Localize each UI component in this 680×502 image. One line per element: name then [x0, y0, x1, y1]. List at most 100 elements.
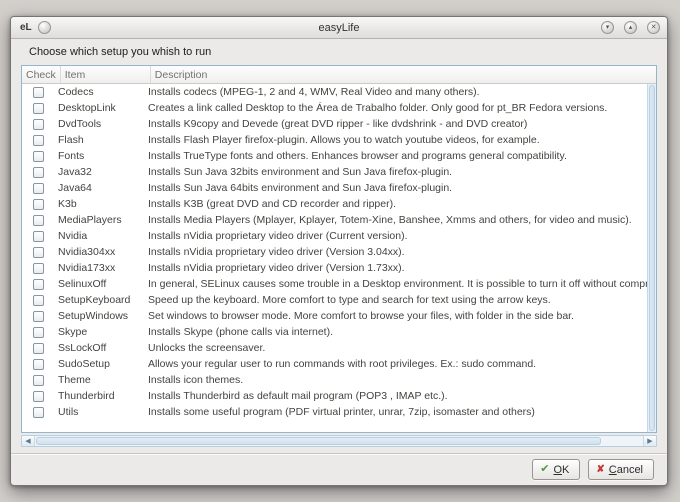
table-row[interactable]: SetupKeyboard Speed up the keyboard. Mor… [22, 292, 647, 308]
row-checkbox[interactable] [33, 279, 44, 290]
maximize-button[interactable]: ▴ [624, 21, 637, 34]
table-row[interactable]: K3b Installs K3B (great DVD and CD recor… [22, 196, 647, 212]
row-check-cell [22, 375, 54, 386]
row-checkbox[interactable] [33, 311, 44, 322]
table-row[interactable]: SsLockOff Unlocks the screensaver. [22, 340, 647, 356]
row-check-cell [22, 391, 54, 402]
horizontal-scrollbar[interactable]: ◀ ▶ [21, 435, 657, 447]
close-button[interactable]: ✕ [647, 21, 660, 34]
row-check-cell [22, 103, 54, 114]
row-check-cell [22, 135, 54, 146]
vertical-scrollbar-thumb[interactable] [649, 85, 655, 431]
table-row[interactable]: DvdTools Installs K9copy and Devede (gre… [22, 116, 647, 132]
titlebar[interactable]: eL easyLife ▾ ▴ ✕ [11, 17, 667, 39]
column-header-check[interactable]: Check [22, 66, 61, 83]
row-checkbox[interactable] [33, 231, 44, 242]
scroll-right-icon: ▶ [647, 438, 652, 445]
row-checkbox[interactable] [33, 87, 44, 98]
column-header-description[interactable]: Description [151, 66, 656, 83]
row-item: SudoSetup [54, 358, 144, 370]
row-item: K3b [54, 198, 144, 210]
row-description: Allows your regular user to run commands… [144, 358, 647, 370]
row-check-cell [22, 215, 54, 226]
row-item: Flash [54, 134, 144, 146]
row-check-cell [22, 151, 54, 162]
row-description: Installs Thunderbird as default mail pro… [144, 390, 647, 402]
row-checkbox[interactable] [33, 359, 44, 370]
row-item: Fonts [54, 150, 144, 162]
row-checkbox[interactable] [33, 295, 44, 306]
row-check-cell [22, 263, 54, 274]
table-row[interactable]: Java32 Installs Sun Java 32bits environm… [22, 164, 647, 180]
row-description: Installs nVidia proprietary video driver… [144, 230, 647, 242]
row-checkbox[interactable] [33, 135, 44, 146]
row-checkbox[interactable] [33, 151, 44, 162]
scroll-right-button[interactable]: ▶ [643, 436, 656, 446]
row-check-cell [22, 167, 54, 178]
table-row[interactable]: Nvidia304xx Installs nVidia proprietary … [22, 244, 647, 260]
table-body: Codecs Installs codecs (MPEG-1, 2 and 4,… [22, 84, 647, 432]
maximize-icon: ▴ [629, 24, 633, 31]
row-check-cell [22, 87, 54, 98]
table-row[interactable]: Theme Installs icon themes. [22, 372, 647, 388]
row-checkbox[interactable] [33, 327, 44, 338]
table-row[interactable]: Skype Installs Skype (phone calls via in… [22, 324, 647, 340]
table-row[interactable]: Nvidia173xx Installs nVidia proprietary … [22, 260, 647, 276]
row-item: MediaPlayers [54, 214, 144, 226]
cancel-button[interactable]: ✘ Cancel [588, 459, 654, 480]
row-checkbox[interactable] [33, 215, 44, 226]
row-checkbox[interactable] [33, 167, 44, 178]
row-checkbox[interactable] [33, 263, 44, 274]
table-row[interactable]: Flash Installs Flash Player firefox-plug… [22, 132, 647, 148]
table-row[interactable]: DesktopLink Creates a link called Deskto… [22, 100, 647, 116]
row-description: Installs some useful program (PDF virtua… [144, 406, 647, 418]
row-description: In general, SELinux causes some trouble … [144, 278, 647, 290]
row-checkbox[interactable] [33, 183, 44, 194]
table-row[interactable]: Thunderbird Installs Thunderbird as defa… [22, 388, 647, 404]
vertical-scrollbar[interactable] [647, 84, 656, 432]
horizontal-scrollbar-thumb[interactable] [36, 437, 601, 445]
row-checkbox[interactable] [33, 119, 44, 130]
table-row[interactable]: SudoSetup Allows your regular user to ru… [22, 356, 647, 372]
table-row[interactable]: MediaPlayers Installs Media Players (Mpl… [22, 212, 647, 228]
table-row[interactable]: Codecs Installs codecs (MPEG-1, 2 and 4,… [22, 84, 647, 100]
row-description: Creates a link called Desktop to the Áre… [144, 102, 647, 114]
scroll-left-button[interactable]: ◀ [22, 436, 35, 446]
row-item: SetupWindows [54, 310, 144, 322]
row-item: Utils [54, 406, 144, 418]
ok-button[interactable]: ✔ OK [532, 459, 580, 480]
column-header-item[interactable]: Item [61, 66, 151, 83]
scroll-left-icon: ◀ [25, 438, 30, 445]
row-check-cell [22, 311, 54, 322]
row-checkbox[interactable] [33, 391, 44, 402]
table-row[interactable]: Java64 Installs Sun Java 64bits environm… [22, 180, 647, 196]
table-row[interactable]: Utils Installs some useful program (PDF … [22, 404, 647, 420]
window-menu-button[interactable] [38, 21, 51, 34]
row-description: Set windows to browser mode. More comfor… [144, 310, 647, 322]
row-description: Unlocks the screensaver. [144, 342, 647, 354]
row-description: Speed up the keyboard. More comfort to t… [144, 294, 647, 306]
minimize-button[interactable]: ▾ [601, 21, 614, 34]
table-row[interactable]: SelinuxOff In general, SELinux causes so… [22, 276, 647, 292]
minimize-icon: ▾ [606, 24, 610, 31]
row-check-cell [22, 231, 54, 242]
row-checkbox[interactable] [33, 199, 44, 210]
row-checkbox[interactable] [33, 247, 44, 258]
row-checkbox[interactable] [33, 407, 44, 418]
row-checkbox[interactable] [33, 375, 44, 386]
table-row[interactable]: Nvidia Installs nVidia proprietary video… [22, 228, 647, 244]
horizontal-scrollbar-track[interactable] [35, 436, 643, 446]
row-description: Installs icon themes. [144, 374, 647, 386]
row-item: SetupKeyboard [54, 294, 144, 306]
prompt-text: Choose which setup you whish to run [29, 46, 657, 58]
row-description: Installs TrueType fonts and others. Enha… [144, 150, 647, 162]
row-checkbox[interactable] [33, 103, 44, 114]
row-description: Installs codecs (MPEG-1, 2 and 4, WMV, R… [144, 86, 647, 98]
row-check-cell [22, 247, 54, 258]
table-row[interactable]: SetupWindows Set windows to browser mode… [22, 308, 647, 324]
dialog-button-row: ✔ OK ✘ Cancel [11, 453, 667, 485]
row-check-cell [22, 183, 54, 194]
row-checkbox[interactable] [33, 343, 44, 354]
row-description: Installs Sun Java 32bits environment and… [144, 166, 647, 178]
table-row[interactable]: Fonts Installs TrueType fonts and others… [22, 148, 647, 164]
